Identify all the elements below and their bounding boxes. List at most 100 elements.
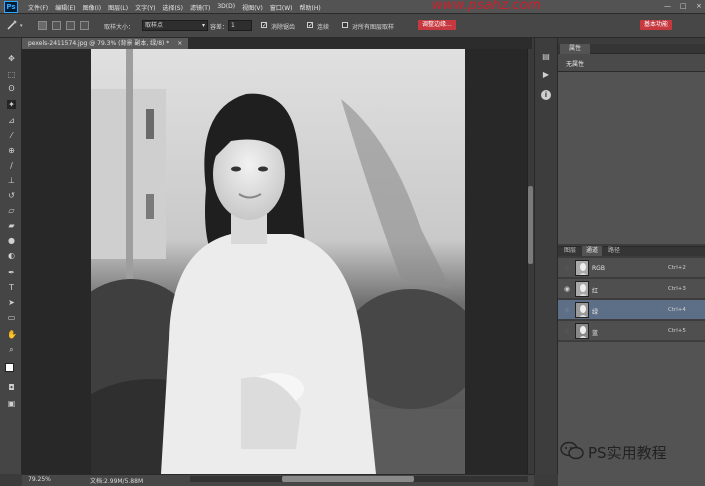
subtract-selection-button[interactable] [66, 21, 75, 30]
play-icon[interactable]: ▶ [541, 70, 551, 80]
properties-tab[interactable]: 属性 [560, 44, 590, 54]
tolerance-input[interactable]: 1 [228, 20, 252, 31]
properties-panel-area [558, 72, 705, 244]
channel-shortcut: Ctrl+2 [668, 265, 686, 271]
contiguous-checkbox[interactable]: ✓ [307, 22, 313, 29]
channel-thumbnail [575, 302, 589, 318]
foreground-color-swatch[interactable] [5, 363, 14, 372]
chevron-down-icon: ▾ [201, 22, 205, 29]
document-tab[interactable]: pexels-2411574.jpg @ 79.3% (背景 副本, 绿/8) … [22, 38, 188, 49]
crop-tool-icon[interactable]: ⊿ [7, 116, 16, 125]
menu-window[interactable]: 窗口(W) [270, 3, 293, 12]
pen-tool-icon[interactable]: ✒ [7, 268, 16, 277]
menu-3d[interactable]: 3D(D) [217, 3, 235, 12]
document-image[interactable] [91, 49, 465, 474]
channels-panel-header [558, 246, 705, 256]
channel-thumbnail [575, 323, 589, 339]
eyedropper-tool-icon[interactable]: ⁄ [7, 131, 16, 140]
menu-select[interactable]: 选择(S) [162, 3, 183, 12]
channel-name: 红 [592, 288, 599, 295]
menu-items: 文件(F) 编辑(E) 图像(I) 图层(L) 文字(Y) 选择(S) 滤镜(T… [28, 3, 321, 12]
channel-shortcut: Ctrl+5 [668, 328, 686, 334]
move-tool-icon[interactable]: ✥ [7, 54, 16, 63]
dodge-tool-icon[interactable]: ◐ [7, 251, 16, 260]
brush-tool-icon[interactable]: ∕ [7, 161, 16, 170]
tool-preset-arrow-icon[interactable]: ▾ [20, 23, 23, 29]
menu-filter[interactable]: 滤镜(T) [190, 3, 210, 12]
gradient-tool-icon[interactable]: ▰ [7, 221, 16, 230]
channel-shortcut: Ctrl+4 [668, 307, 686, 313]
minimize-button[interactable]: — [664, 3, 672, 10]
sample-size-label: 取样大小： [104, 24, 135, 31]
properties-text: 无属性 [566, 61, 585, 68]
sample-all-layers-checkbox[interactable] [342, 22, 348, 28]
close-button[interactable]: × [696, 3, 704, 10]
tab-channels[interactable]: 通道 [582, 246, 602, 256]
close-tab-icon[interactable]: × [177, 40, 182, 47]
wechat-icon [560, 441, 584, 463]
horizontal-scroll-thumb[interactable] [282, 476, 414, 482]
intersect-selection-button[interactable] [80, 21, 89, 30]
new-selection-button[interactable] [38, 21, 47, 30]
healing-tool-icon[interactable]: ⊕ [7, 146, 16, 155]
wechat-watermark-text: PS实用教程 [588, 443, 667, 462]
photoshop-logo: Ps [4, 1, 18, 13]
eye-icon[interactable]: ◉ [563, 264, 571, 272]
contiguous-label: 连续 [317, 24, 330, 31]
channel-name: RGB [592, 265, 605, 272]
info-icon[interactable]: i [541, 90, 551, 100]
path-select-icon[interactable]: ➤ [7, 298, 16, 307]
eye-icon[interactable]: ◉ [563, 306, 571, 314]
anti-alias-checkbox[interactable]: ✓ [261, 22, 267, 29]
tab-layers[interactable]: 图层 [560, 246, 580, 256]
menu-type[interactable]: 文字(Y) [135, 3, 155, 12]
maximize-button[interactable]: □ [680, 3, 688, 10]
channel-name: 绿 [592, 309, 599, 316]
quick-mask-icon[interactable]: ◘ [7, 383, 16, 392]
menu-help[interactable]: 帮助(H) [300, 3, 321, 12]
menu-view[interactable]: 视图(V) [242, 3, 263, 12]
blur-tool-icon[interactable]: ● [7, 236, 16, 245]
channel-thumbnail [575, 260, 589, 276]
document-size-info[interactable]: 文档:2.99M/5.88M [90, 476, 143, 485]
tolerance-label: 容差： [210, 24, 229, 31]
workspace-select[interactable]: 基本功能 [640, 20, 673, 30]
refine-edge-button[interactable]: 调整边缘... [418, 20, 456, 30]
marquee-tool-icon[interactable]: ⬚ [7, 70, 16, 79]
zoom-level[interactable]: 79.25% [28, 476, 51, 483]
history-panel-icon[interactable]: ▤ [541, 52, 551, 62]
stamp-tool-icon[interactable]: ⊥ [7, 176, 16, 185]
type-tool-icon[interactable]: T [7, 283, 16, 292]
channel-name: 蓝 [592, 330, 599, 337]
document-tab-label: pexels-2411574.jpg @ 79.3% (背景 副本, 绿/8) … [28, 40, 170, 47]
hand-tool-icon[interactable]: ✋ [7, 330, 17, 339]
vertical-scroll-thumb[interactable] [528, 186, 533, 264]
tools-panel: ✥ ⬚ ʘ ✦ ⊿ ⁄ ⊕ ∕ ⊥ ↺ ▱ ▰ ● ◐ ✒ T ➤ ▭ ✋ ⌕ … [0, 38, 22, 474]
zoom-tool-icon[interactable]: ⌕ [7, 345, 16, 354]
window-controls: — □ × [664, 3, 704, 10]
shape-tool-icon[interactable]: ▭ [7, 313, 16, 322]
anti-alias-label: 消除锯齿 [271, 24, 296, 31]
site-watermark: www.psahz.com [432, 0, 542, 13]
sample-all-layers-label: 对所有图层取样 [352, 24, 395, 31]
menu-file[interactable]: 文件(F) [28, 3, 48, 12]
menu-layer[interactable]: 图层(L) [108, 3, 128, 12]
screen-mode-icon[interactable]: ▣ [7, 399, 16, 408]
channel-shortcut: Ctrl+3 [668, 286, 686, 292]
lasso-tool-icon[interactable]: ʘ [7, 84, 16, 93]
sample-size-select[interactable]: 取样点 ▾ [142, 20, 208, 31]
menu-image[interactable]: 图像(I) [83, 3, 101, 12]
eraser-tool-icon[interactable]: ▱ [7, 206, 16, 215]
collapsed-panels-strip [534, 38, 558, 474]
eye-icon[interactable]: ◉ [563, 285, 571, 293]
wechat-watermark: PS实用教程 [560, 441, 667, 463]
add-selection-button[interactable] [52, 21, 61, 30]
channels-panel-empty [558, 342, 705, 486]
eye-icon[interactable]: ◉ [563, 327, 571, 335]
tab-paths[interactable]: 路径 [604, 246, 624, 256]
history-brush-icon[interactable]: ↺ [7, 191, 16, 200]
menu-edit[interactable]: 编辑(E) [55, 3, 75, 12]
quick-select-tool-icon[interactable]: ✦ [7, 100, 16, 109]
sample-size-value: 取样点 [145, 22, 164, 29]
magic-wand-icon[interactable] [6, 19, 18, 31]
